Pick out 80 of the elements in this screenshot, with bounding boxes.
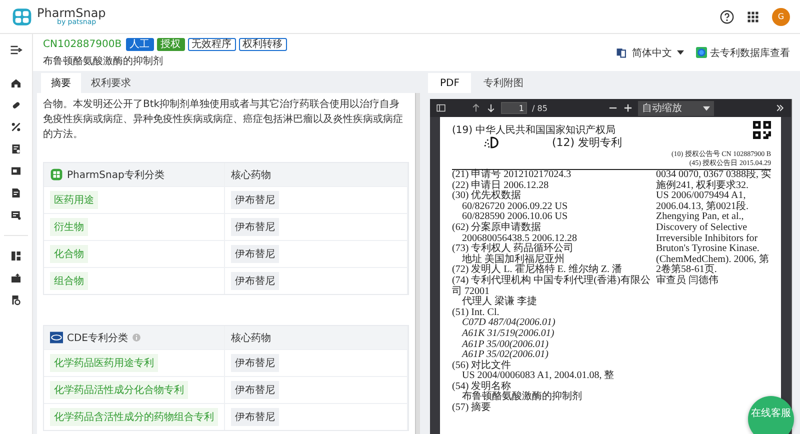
drug-tag[interactable]: 伊布替尼 [231,354,279,372]
column-header: 核心药物 [231,168,271,182]
document-line: US 2006/0079494 A1, 2006.04.13, 第0021段. [656,191,750,212]
document-type: (12) 发明专利 [552,135,622,150]
report-icon[interactable] [10,294,22,306]
up-arrow-icon[interactable] [471,103,481,113]
logo-icon [50,331,63,344]
tab[interactable]: PDF [428,73,472,93]
drug-tag[interactable]: 伊布替尼 [231,245,279,263]
translate-icon [616,47,627,58]
column-header: 核心药物 [231,332,271,344]
dashboard-icon[interactable] [10,250,22,262]
double-chevron-icon[interactable] [775,103,786,113]
document-line: 60/828590 2006.10.06 US [461,212,569,222]
document-line: 代理人 梁谦 李捷 [461,297,538,308]
document-line: 审查员 闫德伟 [656,276,720,287]
document-line: (74) 专利代理机构 中国专利代理(香港)有限公司 72001 [452,276,652,297]
patent-title: 布鲁顿酪氨酸激酶的抑制剂 [43,54,164,68]
document-line: (30) 优先权数据 [452,191,522,202]
document-line: US 2004/0006083 A1, 2004.01.08, 整 [461,371,616,382]
id-card-icon[interactable] [10,165,22,177]
document-line: 60/826720 2006.09.22 US [461,202,569,212]
drug-tag[interactable]: 伊布替尼 [231,191,279,209]
list-check-icon[interactable] [10,209,22,221]
document-line: (54) 发明名称 [452,382,512,392]
drug-tag[interactable]: 伊布替尼 [231,381,279,399]
status-tag: 授权 [156,38,185,50]
drug-tag[interactable]: 伊布替尼 [231,408,279,426]
status-tag: 权利转移 [238,38,287,50]
tab[interactable]: 摘要 [41,73,81,93]
logo-icon [12,6,32,26]
drug-tag[interactable]: 伊布替尼 [231,272,279,290]
document-line: A61K 31/519(2006.01) [460,328,556,340]
apps-grid-icon[interactable] [746,10,760,24]
sidebar-toggle-icon[interactable] [436,103,446,113]
scrollbar[interactable] [415,93,420,434]
document-line: C07D 487/04(2006.01) [461,318,556,329]
document-line: (56) 对比文件 [452,360,512,371]
page-number-field[interactable]: 1 [501,102,527,114]
document-line: A61P 35/00(2006.01) [460,340,550,350]
document-line: (22) 申请日 2006.12.28 [452,180,550,191]
document-icon[interactable] [10,143,22,155]
collapse-menu-icon[interactable] [9,43,23,57]
database-link[interactable]: 去专利数据库查看 [696,46,790,60]
abstract-text: 合物。本发明还公开了Btk抑制剂单独使用或者与其它治疗药联合使用以治疗自身免疫性疾病或病症、异种免疫性疾病或病症、癌症包括淋巴瘤以及炎性疾病或病症的方法。 [43,98,404,142]
status-tag: 无效程序 [188,38,236,50]
document-line: (62) 分案原申请数据 [452,222,542,234]
caret-icon [677,50,684,55]
office-name: (19) 中华人民共和国国家知识产权局 [452,124,616,137]
document-line: (73) 专利权人 药品循环公司 [452,244,575,254]
column-header: CDE专利分类 [67,332,128,344]
logo-name: PharmSnap [37,6,106,20]
document-line: 200680056438.5 2006.12.28 [461,234,578,244]
qr-code-drawing [753,121,771,139]
zoom-dropdown[interactable]: 自动缩放 [638,100,714,116]
file-icon[interactable] [10,187,22,199]
document-line: A61P 35/02(2006.01) [460,350,550,360]
patent-number: CN102887900B [43,38,122,50]
column-header: PharmSnap专利分类 [67,168,164,182]
document-line: (57) 摘要 [452,403,492,414]
help-icon[interactable] [720,10,734,24]
tab[interactable]: 专利附图 [471,73,536,93]
document-line: (51) Int. Cl. [452,308,500,318]
page-total: / 85 [532,104,548,112]
home-icon[interactable] [10,77,22,89]
down-arrow-icon[interactable] [486,103,496,113]
percent-icon[interactable] [10,121,22,133]
folder-upload-icon[interactable] [10,272,22,284]
tab[interactable]: 权利要求 [81,73,141,93]
language-selector[interactable]: 简体中文 [616,46,684,60]
document-line: Zhengying Pan, et al., Discovery of Selective Irreversible Inhibitors for Bruton's Tyrosine Kinase. (ChemMedChem). 2006, 第2卷第58-61页. [656,212,770,276]
document-line: 布鲁顿酪氨酸激酶的抑制剂 [462,392,583,402]
caret-icon [703,106,710,110]
logo-icon [50,168,63,181]
document-line: (72) 发明人 L. 霍尼格特 E. 维尔纳 Z. 潘 [452,265,622,276]
zoom-in-icon[interactable] [623,103,634,113]
drug-tag[interactable]: 伊布替尼 [231,218,279,236]
status-tag: 人工 [126,38,154,50]
document-line: 地址 美国加利福尼亚州 [461,254,566,265]
globe-icon [696,47,707,58]
